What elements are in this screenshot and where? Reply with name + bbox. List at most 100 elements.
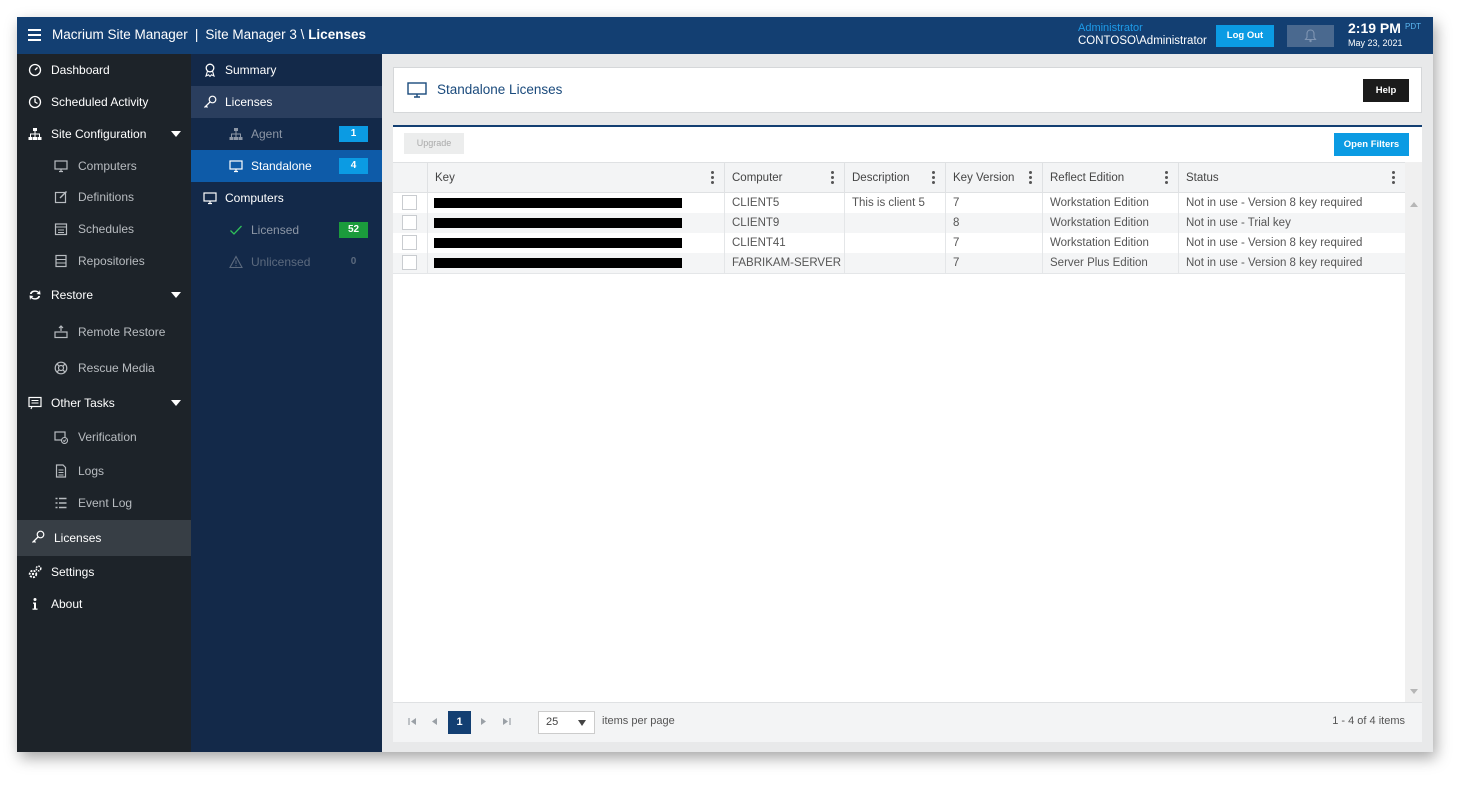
sidebar-item-about[interactable]: About (17, 588, 191, 620)
vertical-scrollbar[interactable] (1405, 162, 1422, 702)
column-header-description[interactable]: Description (844, 163, 945, 193)
document-icon (55, 464, 67, 478)
monitor-icon (203, 192, 217, 205)
sidebar-item-other-tasks[interactable]: Other Tasks (17, 387, 191, 419)
clock-date: May 23, 2021 (1348, 38, 1403, 48)
chevron-down-icon[interactable] (171, 400, 181, 406)
column-header-key-version[interactable]: Key Version (945, 163, 1042, 193)
bell-icon (1304, 29, 1317, 43)
page-header: Standalone Licenses Help (393, 67, 1422, 113)
sidebar-item-settings[interactable]: Settings (17, 556, 191, 588)
column-menu-icon[interactable] (1029, 171, 1032, 184)
subnav-item-computers[interactable]: Computers (191, 182, 382, 214)
last-page-icon[interactable] (502, 717, 511, 726)
sidebar-item-site-configuration[interactable]: Site Configuration (17, 118, 191, 150)
sidebar-item-rescue-media[interactable]: Rescue Media (17, 352, 191, 384)
monitor-icon (54, 160, 68, 173)
column-header-key[interactable]: Key (427, 163, 724, 193)
app-name: Macrium Site Manager (52, 27, 188, 42)
sidebar-item-schedules[interactable]: Schedules (17, 213, 191, 245)
column-menu-icon[interactable] (711, 171, 714, 184)
row-select-cell (393, 193, 427, 213)
scroll-up-icon[interactable] (1410, 202, 1418, 207)
sidebar-item-label: Computers (78, 159, 137, 173)
column-menu-icon[interactable] (1165, 171, 1168, 184)
sidebar-item-logs[interactable]: Logs (17, 455, 191, 487)
subnav-item-label: Licensed (251, 223, 300, 237)
subnav-item-agent[interactable]: Agent 1 (191, 118, 382, 150)
dashboard-icon (28, 63, 42, 77)
sidebar-item-label: Event Log (78, 496, 133, 510)
open-filters-button[interactable]: Open Filters (1334, 133, 1409, 156)
table-row[interactable]: FABRIKAM-SERVER 7 Server Plus Edition No… (393, 253, 1405, 274)
row-select-cell (393, 213, 427, 233)
clock-icon (28, 95, 42, 109)
redacted-key (434, 218, 682, 228)
next-page-icon[interactable] (479, 717, 488, 726)
redacted-key (434, 198, 682, 208)
computer-cell: FABRIKAM-SERVER (724, 253, 844, 273)
help-button[interactable]: Help (1363, 79, 1409, 102)
sidebar-item-dashboard[interactable]: Dashboard (17, 54, 191, 86)
current-page-button[interactable]: 1 (448, 711, 471, 734)
redacted-key (434, 238, 682, 248)
column-header-label: Status (1186, 172, 1219, 184)
user-info: Administrator CONTOSO\Administrator (1078, 22, 1207, 47)
previous-page-icon[interactable] (430, 717, 439, 726)
sidebar-item-repositories[interactable]: Repositories (17, 245, 191, 277)
breadcrumb-section: Licenses (308, 27, 366, 42)
column-header-status[interactable]: Status (1178, 163, 1405, 193)
row-checkbox[interactable] (402, 255, 417, 270)
notifications-button[interactable] (1287, 25, 1334, 47)
page-size-value: 25 (546, 716, 559, 728)
page-size-select[interactable]: 25 (538, 711, 595, 734)
licenses-grid: Upgrade Open Filters Key Computer Descri… (393, 125, 1422, 742)
top-bar: Macrium Site Manager | Site Manager 3 \ Li… (17, 17, 1433, 54)
sidebar-item-scheduled-activity[interactable]: Scheduled Activity (17, 86, 191, 118)
sidebar-item-label: Other Tasks (51, 396, 115, 410)
sidebar-item-label: Settings (51, 565, 95, 579)
subnav-item-summary[interactable]: Summary (191, 54, 382, 86)
column-header-label: Key (435, 172, 455, 184)
table-row[interactable]: CLIENT5 This is client 5 7 Workstation E… (393, 193, 1405, 213)
table-header: Key Computer Description Key Version Ref… (393, 162, 1405, 193)
first-page-icon[interactable] (408, 717, 417, 726)
table-row[interactable]: CLIENT9 8 Workstation Edition Not in use… (393, 213, 1405, 233)
key-cell (427, 213, 724, 233)
count-badge: 1 (339, 126, 368, 142)
column-menu-icon[interactable] (932, 171, 935, 184)
sidebar-item-restore[interactable]: Restore (17, 279, 191, 311)
sidebar-item-licenses[interactable]: Licenses (17, 520, 191, 556)
table-row[interactable]: CLIENT41 7 Workstation Edition Not in us… (393, 233, 1405, 253)
row-checkbox[interactable] (402, 195, 417, 210)
sidebar-item-definitions[interactable]: Definitions (17, 181, 191, 213)
subnav-item-standalone[interactable]: Standalone 4 (191, 150, 382, 182)
column-menu-icon[interactable] (1392, 171, 1395, 184)
edition-cell: Workstation Edition (1042, 193, 1178, 213)
column-header-reflect-edition[interactable]: Reflect Edition (1042, 163, 1178, 193)
subnav-item-label: Standalone (251, 159, 312, 173)
ribbon-icon (205, 63, 215, 77)
chevron-down-icon[interactable] (171, 131, 181, 137)
chevron-down-icon[interactable] (171, 292, 181, 298)
description-cell (844, 213, 945, 233)
column-menu-icon[interactable] (831, 171, 834, 184)
breadcrumb-site[interactable]: Site Manager 3 (205, 27, 297, 42)
row-checkbox[interactable] (402, 235, 417, 250)
subnav-item-licensed[interactable]: Licensed 52 (191, 214, 382, 246)
subnav-item-licenses[interactable]: Licenses (191, 86, 382, 118)
row-checkbox[interactable] (402, 215, 417, 230)
sidebar-item-event-log[interactable]: Event Log (17, 487, 191, 519)
description-cell (844, 233, 945, 253)
upgrade-button[interactable]: Upgrade (404, 133, 464, 154)
logout-button[interactable]: Log Out (1216, 25, 1274, 47)
sidebar-item-computers[interactable]: Computers (17, 150, 191, 182)
scroll-down-icon[interactable] (1410, 689, 1418, 694)
column-header-computer[interactable]: Computer (724, 163, 844, 193)
sidebar-item-label: Logs (78, 464, 105, 478)
status-cell: Not in use - Version 8 key required (1178, 193, 1405, 213)
sidebar-item-remote-restore[interactable]: Remote Restore (17, 316, 191, 348)
menu-icon[interactable] (28, 29, 41, 41)
sidebar-item-verification[interactable]: Verification (17, 421, 191, 453)
subnav-item-unlicensed[interactable]: Unlicensed 0 (191, 246, 382, 278)
